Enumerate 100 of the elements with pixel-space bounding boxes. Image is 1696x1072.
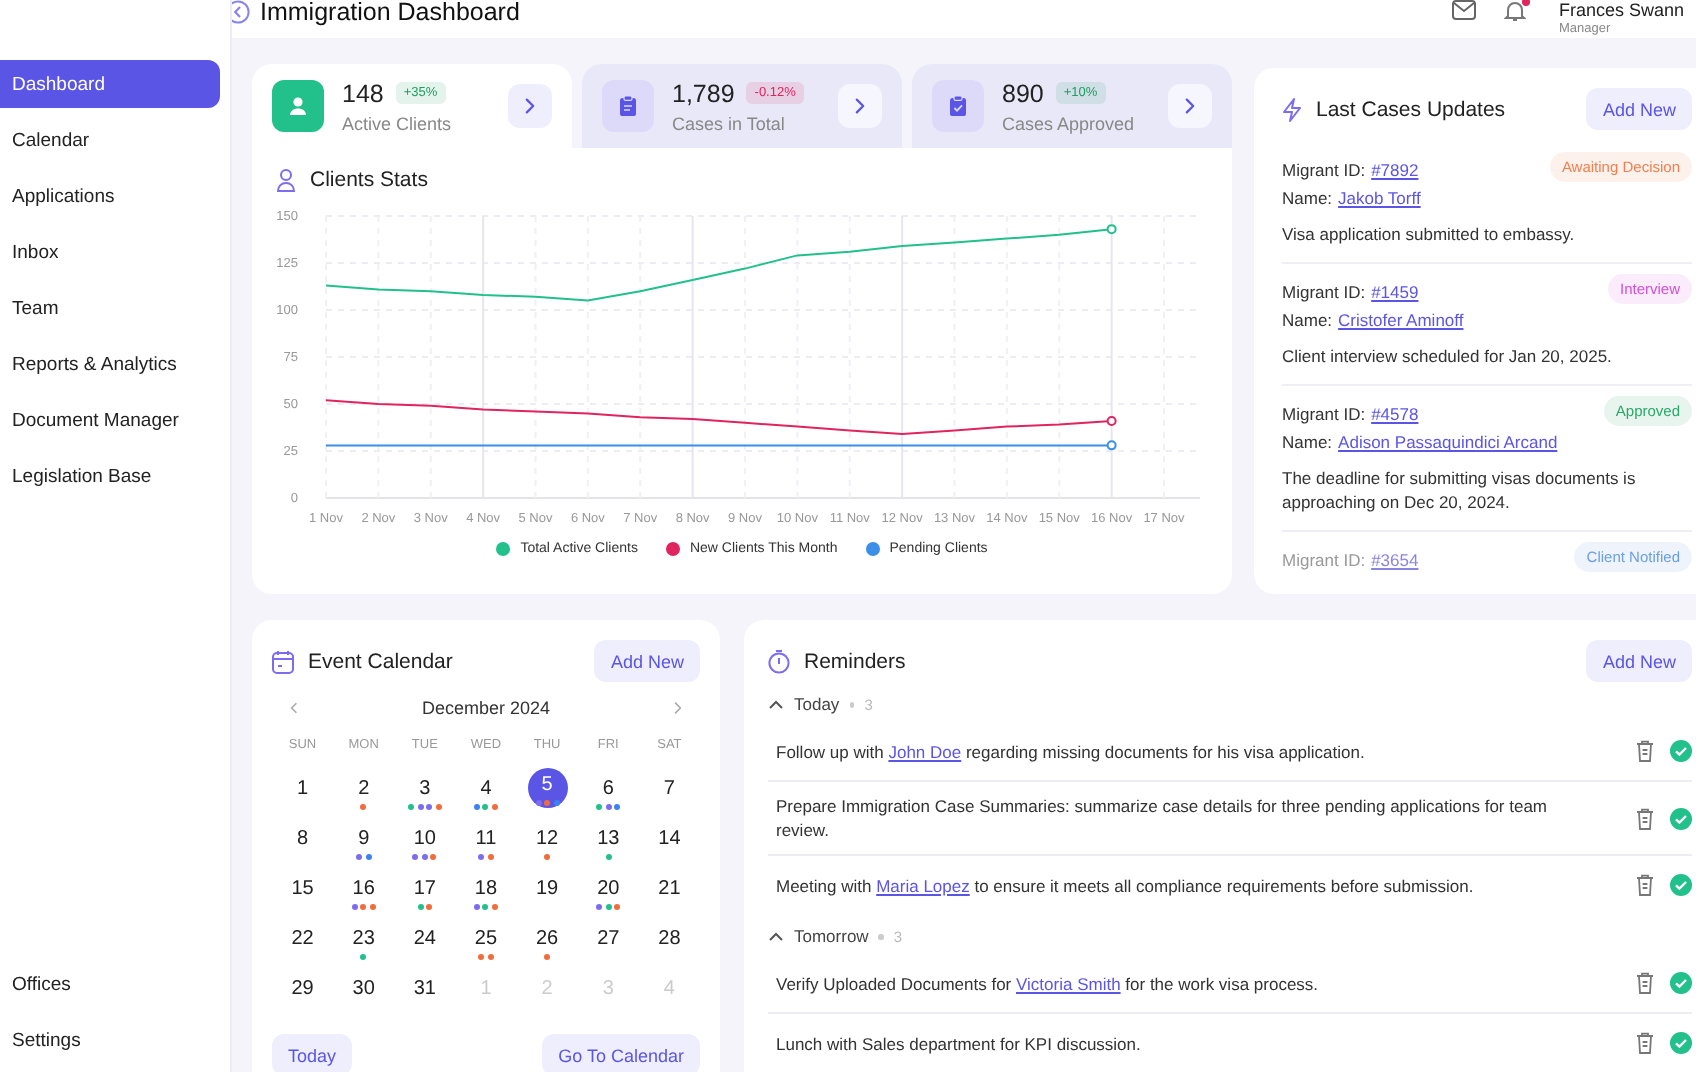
complete-button[interactable] xyxy=(1670,874,1692,897)
calendar-day[interactable]: 27 xyxy=(586,922,631,965)
clipboard-icon xyxy=(616,94,640,119)
calendar-day[interactable]: 31 xyxy=(402,972,447,1015)
calendar-day[interactable]: 17 xyxy=(402,872,447,915)
sidebar-item[interactable]: Settings xyxy=(0,1016,220,1064)
calendar-day[interactable]: 18 xyxy=(463,872,508,915)
calendar-day[interactable]: 2 xyxy=(341,772,386,815)
sidebar-item[interactable]: Offices xyxy=(0,960,220,1008)
sidebar-item[interactable]: Legislation Base xyxy=(0,452,220,500)
next-button[interactable] xyxy=(1168,84,1212,129)
add-new-button[interactable]: Add New xyxy=(1586,88,1692,131)
calendar-day[interactable]: 21 xyxy=(647,872,692,915)
previous-month-button[interactable] xyxy=(288,698,300,719)
delete-button[interactable] xyxy=(1636,807,1654,830)
go-to-calendar-button[interactable]: Go To Calendar xyxy=(542,1034,700,1072)
calendar-day[interactable]: 8 xyxy=(280,822,325,865)
today-button[interactable]: Today xyxy=(272,1034,353,1072)
calendar-day[interactable]: 3 xyxy=(402,772,447,815)
client-name-link[interactable]: Adison Passaquindici Arcand xyxy=(1338,428,1558,457)
back-button[interactable] xyxy=(232,0,250,24)
lightning-icon xyxy=(1282,97,1302,122)
contact-link[interactable]: John Doe xyxy=(888,741,962,762)
calendar-day[interactable]: 12 xyxy=(525,822,570,865)
mail-icon xyxy=(1452,0,1477,20)
calendar-day[interactable]: 23 xyxy=(341,922,386,965)
calendar-day[interactable]: 15 xyxy=(280,872,325,915)
client-name-link[interactable]: Jakob Torff xyxy=(1338,184,1421,213)
mail-button[interactable] xyxy=(1452,0,1477,20)
contact-link[interactable]: Maria Lopez xyxy=(876,875,970,896)
calendar-day[interactable]: 7 xyxy=(647,772,692,815)
calendar-day[interactable]: 10 xyxy=(402,822,447,865)
migrant-id-link[interactable]: #1459 xyxy=(1371,278,1419,307)
next-month-button[interactable] xyxy=(671,698,684,719)
calendar-day[interactable]: 25 xyxy=(463,922,508,965)
delete-button[interactable] xyxy=(1636,972,1654,995)
sidebar-item[interactable]: Team xyxy=(0,284,220,332)
calendar-day[interactable]: 26 xyxy=(525,922,570,965)
case-note: Client interview scheduled for Jan 20, 2025. xyxy=(1282,344,1614,369)
calendar-day[interactable]: 29 xyxy=(280,972,325,1015)
delete-button[interactable] xyxy=(1636,1032,1654,1055)
calendar-day[interactable]: 13 xyxy=(586,822,631,865)
calendar-day[interactable]: 9 xyxy=(341,822,386,865)
contact-link[interactable]: Victoria Smith xyxy=(1016,973,1121,994)
chevron-right-icon xyxy=(852,96,868,117)
card-title: Clients Stats xyxy=(310,168,428,193)
migrant-id-link[interactable]: #7892 xyxy=(1371,156,1419,185)
calendar-day[interactable]: 5 xyxy=(527,768,568,809)
stat-label: Cases in Total xyxy=(672,113,787,134)
group-toggle[interactable]: Tomorrow xyxy=(768,926,869,947)
delete-button[interactable] xyxy=(1636,874,1654,897)
next-button[interactable] xyxy=(838,84,882,129)
chevron-up-icon xyxy=(768,697,784,712)
sidebar-item[interactable]: Reports & Analytics xyxy=(0,340,220,388)
field-label: Name: xyxy=(1282,308,1333,335)
trash-icon xyxy=(1636,740,1654,763)
complete-button[interactable] xyxy=(1670,807,1692,830)
client-name-link[interactable]: Cristofer Aminoff xyxy=(1338,306,1464,335)
calendar-day[interactable]: 22 xyxy=(280,922,325,965)
group-toggle[interactable]: Today xyxy=(768,694,840,715)
user-name: Frances Swann xyxy=(1558,0,1684,20)
chevron-right-icon xyxy=(1182,96,1198,117)
chevron-right-icon xyxy=(522,96,538,117)
calendar-day[interactable]: 14 xyxy=(647,822,692,865)
sidebar-item[interactable]: Inbox xyxy=(0,228,220,276)
calendar-day[interactable]: 16 xyxy=(341,872,386,915)
calendar-day[interactable]: 24 xyxy=(402,922,447,965)
reminder-text: Follow up with John Doe regarding missing documents for his visa application. xyxy=(776,739,1367,764)
trash-icon xyxy=(1636,807,1654,830)
stat-value: 148 xyxy=(342,79,384,108)
field-label: Migrant ID: xyxy=(1282,280,1366,307)
notifications-button[interactable] xyxy=(1504,0,1531,22)
reminder-text: Meeting with Maria Lopez to ensure it meets all compliance requirements before submission. xyxy=(776,873,1476,898)
trash-icon xyxy=(1636,1032,1654,1055)
bell-icon xyxy=(1504,0,1527,22)
field-label: Name: xyxy=(1282,186,1333,213)
sidebar-item[interactable]: Calendar xyxy=(0,116,220,164)
calendar-day[interactable]: 19 xyxy=(525,872,570,915)
calendar-day[interactable]: 11 xyxy=(463,822,508,865)
person-icon xyxy=(286,94,310,119)
next-button[interactable] xyxy=(508,84,552,129)
complete-button[interactable] xyxy=(1670,972,1692,995)
migrant-id-link[interactable]: #4578 xyxy=(1371,400,1419,429)
complete-button[interactable] xyxy=(1670,1032,1692,1055)
calendar-day[interactable]: 20 xyxy=(586,872,631,915)
delete-button[interactable] xyxy=(1636,740,1654,763)
calendar-day[interactable]: 30 xyxy=(341,972,386,1015)
calendar-day[interactable]: 4 xyxy=(463,772,508,815)
add-new-button[interactable]: Add New xyxy=(594,640,700,683)
add-new-button[interactable]: Add New xyxy=(1586,640,1692,683)
calendar-day[interactable]: 6 xyxy=(586,772,631,815)
trash-icon xyxy=(1636,874,1654,897)
sidebar-item[interactable]: Applications xyxy=(0,172,220,220)
page-title: Immigration Dashboard xyxy=(260,0,520,24)
sidebar-item[interactable]: Dashboard xyxy=(0,60,220,108)
sidebar-item[interactable]: Document Manager xyxy=(0,396,220,444)
field-label: Migrant ID: xyxy=(1282,402,1366,429)
calendar-day[interactable]: 28 xyxy=(647,922,692,965)
complete-button[interactable] xyxy=(1670,740,1692,763)
calendar-day[interactable]: 1 xyxy=(280,772,325,815)
